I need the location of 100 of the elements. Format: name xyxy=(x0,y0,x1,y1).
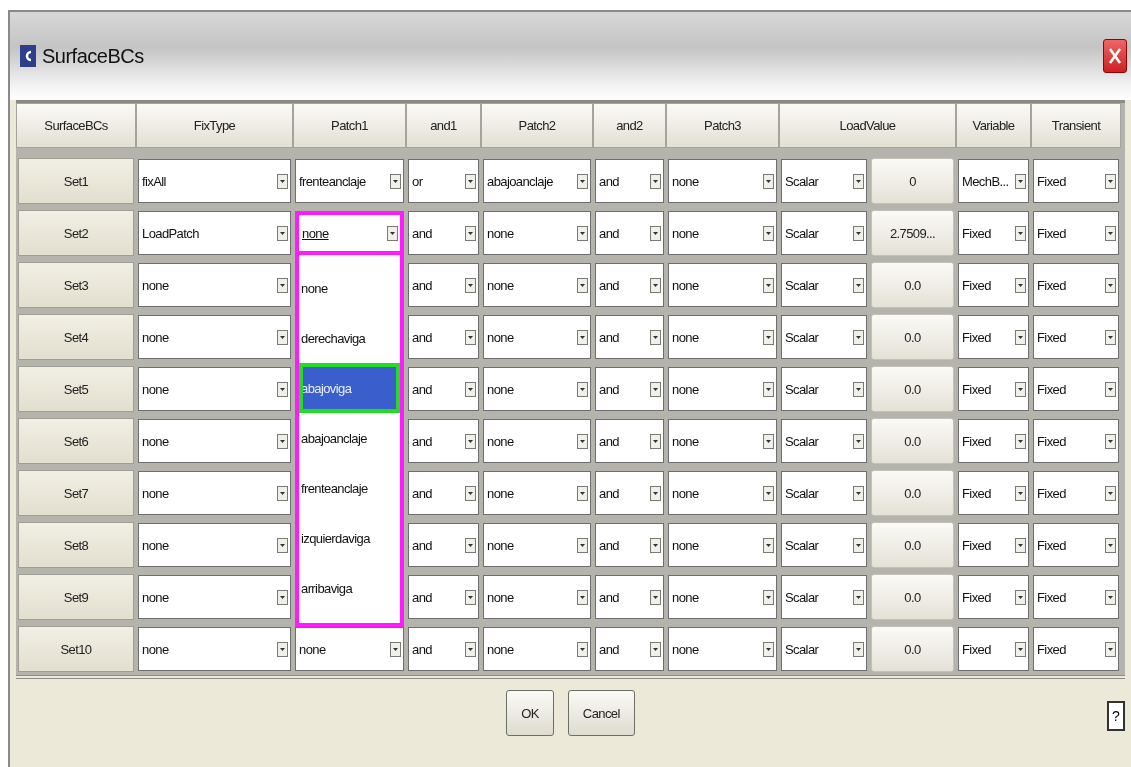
combo-box[interactable]: none xyxy=(668,263,777,307)
combo-box[interactable]: Fixed xyxy=(958,419,1029,463)
combo-box[interactable]: and xyxy=(595,263,664,307)
combo-box[interactable]: and xyxy=(595,211,664,255)
combo-box[interactable]: Fixed xyxy=(958,471,1029,515)
dropdown-option[interactable]: abajoviga xyxy=(299,363,400,413)
combo-box[interactable]: none xyxy=(295,627,404,671)
combo-box[interactable]: Fixed xyxy=(1033,159,1119,203)
column-header[interactable]: Patch3 xyxy=(666,103,779,148)
combo-box[interactable]: Fixed xyxy=(958,263,1029,307)
combo-box[interactable]: none xyxy=(138,419,291,463)
value-button[interactable]: 0.0 xyxy=(871,522,954,568)
row-header[interactable]: Set6 xyxy=(18,418,134,464)
combo-box[interactable]: MechB... xyxy=(958,159,1029,203)
column-header[interactable]: Patch1 xyxy=(293,103,406,148)
combo-box[interactable]: Scalar xyxy=(781,263,867,307)
row-header[interactable]: Set4 xyxy=(18,314,134,360)
combo-box[interactable]: Fixed xyxy=(1033,627,1119,671)
combo-box[interactable]: none xyxy=(138,263,291,307)
combo-box[interactable]: Scalar xyxy=(781,367,867,411)
dialog-button[interactable]: OK xyxy=(506,690,554,736)
value-button[interactable]: 0.0 xyxy=(871,366,954,412)
combo-box[interactable]: none xyxy=(483,263,591,307)
combo-box[interactable]: Fixed xyxy=(958,315,1029,359)
combo-box[interactable]: Fixed xyxy=(1033,211,1119,255)
combo-box[interactable]: none xyxy=(483,315,591,359)
combo-box[interactable]: Fixed xyxy=(1033,263,1119,307)
combo-box[interactable]: and xyxy=(408,315,479,359)
value-button[interactable]: 0.0 xyxy=(871,470,954,516)
combo-box[interactable]: Fixed xyxy=(1033,367,1119,411)
combo-box[interactable]: Fixed xyxy=(958,367,1029,411)
combo-box[interactable]: and xyxy=(408,575,479,619)
combo-box[interactable]: none xyxy=(668,575,777,619)
dropdown-option[interactable]: frenteanclaje xyxy=(299,463,400,513)
combo-box[interactable]: Scalar xyxy=(781,575,867,619)
dropdown-option[interactable]: arribaviga xyxy=(299,563,400,613)
combo-box[interactable]: Scalar xyxy=(781,315,867,359)
combo-box[interactable]: LoadPatch xyxy=(138,211,291,255)
combo-box[interactable]: and xyxy=(408,523,479,567)
value-button[interactable]: 0.0 xyxy=(871,262,954,308)
combo-box[interactable]: Fixed xyxy=(1033,315,1119,359)
combo-box[interactable]: abajoanclaje xyxy=(483,159,591,203)
value-button[interactable]: 0.0 xyxy=(871,314,954,360)
combo-box[interactable]: and xyxy=(408,471,479,515)
dialog-button[interactable]: Cancel xyxy=(567,690,635,736)
value-button[interactable]: 0.0 xyxy=(871,626,954,672)
combo-box[interactable]: none xyxy=(295,211,404,255)
combo-box[interactable]: none xyxy=(668,419,777,463)
combo-box[interactable]: none xyxy=(138,575,291,619)
combo-box[interactable]: and xyxy=(408,211,479,255)
combo-box[interactable]: none xyxy=(668,159,777,203)
combo-box[interactable]: Fixed xyxy=(958,627,1029,671)
combo-box[interactable]: none xyxy=(138,627,291,671)
combo-box[interactable]: fixAll xyxy=(138,159,291,203)
combo-box[interactable]: none xyxy=(138,315,291,359)
combo-box[interactable]: Fixed xyxy=(1033,419,1119,463)
combo-box[interactable]: and xyxy=(408,263,479,307)
combo-box[interactable]: Scalar xyxy=(781,211,867,255)
combo-box[interactable]: and xyxy=(595,367,664,411)
combo-box[interactable]: none xyxy=(138,471,291,515)
combo-box[interactable]: none xyxy=(138,367,291,411)
dropdown-option[interactable]: izquierdaviga xyxy=(299,513,400,563)
combo-box[interactable]: none xyxy=(483,471,591,515)
combo-box[interactable]: none xyxy=(668,471,777,515)
combo-box[interactable]: Fixed xyxy=(1033,523,1119,567)
column-header[interactable]: LoadValue xyxy=(779,103,956,148)
combo-box[interactable]: and xyxy=(408,367,479,411)
value-button[interactable]: 0.0 xyxy=(871,418,954,464)
row-header[interactable]: Set9 xyxy=(18,574,134,620)
combo-box[interactable]: none xyxy=(668,627,777,671)
column-header[interactable]: Variable xyxy=(956,103,1031,148)
row-header[interactable]: Set5 xyxy=(18,366,134,412)
combo-box[interactable]: none xyxy=(668,367,777,411)
combo-box[interactable]: and xyxy=(595,627,664,671)
combo-box[interactable]: Scalar xyxy=(781,159,867,203)
combo-box[interactable]: or xyxy=(408,159,479,203)
combo-box[interactable]: Fixed xyxy=(958,575,1029,619)
combo-box[interactable]: none xyxy=(483,575,591,619)
combo-box[interactable]: and xyxy=(408,419,479,463)
combo-box[interactable]: none xyxy=(483,523,591,567)
value-button[interactable]: 2.7509... xyxy=(871,210,954,256)
combo-box[interactable]: Scalar xyxy=(781,523,867,567)
close-button[interactable] xyxy=(1103,39,1127,73)
combo-box[interactable]: frenteanclaje xyxy=(295,159,404,203)
value-button[interactable]: 0.0 xyxy=(871,574,954,620)
combo-box[interactable]: and xyxy=(595,419,664,463)
column-header[interactable]: and2 xyxy=(593,103,666,148)
combo-box[interactable]: none xyxy=(483,211,591,255)
combo-box[interactable]: Fixed xyxy=(1033,575,1119,619)
combo-box[interactable]: none xyxy=(483,627,591,671)
dropdown-option[interactable]: abajoanclaje xyxy=(299,413,400,463)
combo-box[interactable]: Fixed xyxy=(958,523,1029,567)
combo-box[interactable]: and xyxy=(595,523,664,567)
combo-box[interactable]: and xyxy=(595,159,664,203)
combo-box[interactable]: Scalar xyxy=(781,627,867,671)
dropdown-option[interactable]: none xyxy=(299,263,400,313)
combo-box[interactable]: and xyxy=(595,575,664,619)
combo-box[interactable]: none xyxy=(483,367,591,411)
combo-box[interactable]: Fixed xyxy=(958,211,1029,255)
column-header[interactable]: Transient xyxy=(1031,103,1121,148)
